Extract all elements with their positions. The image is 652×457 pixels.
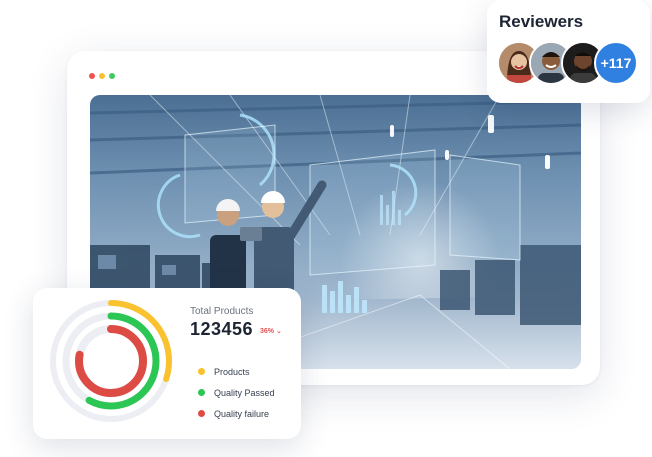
legend-label: Quality failure	[214, 408, 270, 419]
legend-item: Quality failure	[198, 403, 275, 424]
chart-legend: Products Quality Passed Quality failure	[198, 361, 275, 424]
legend-label: Products	[214, 366, 250, 377]
total-products-value: 123456	[190, 319, 254, 339]
legend-label: Quality Passed	[214, 387, 275, 398]
quality-donut-chart	[50, 300, 172, 422]
minimize-window-dot[interactable]	[99, 73, 105, 79]
more-reviewers-badge[interactable]: +117	[594, 41, 638, 85]
close-window-dot[interactable]	[89, 73, 95, 79]
maximize-window-dot[interactable]	[109, 73, 115, 79]
change-indicator[interactable]: 36% ⌄	[260, 327, 282, 335]
legend-item: Quality Passed	[198, 382, 275, 403]
legend-dot-icon	[198, 410, 205, 417]
chevron-down-icon: ⌄	[275, 328, 282, 335]
reviewers-card: Reviewers +117	[487, 0, 650, 103]
product-stats-card: Total Products 123456 36% ⌄ Products Qual…	[33, 288, 301, 439]
legend-dot-icon	[198, 368, 205, 375]
legend-item: Products	[198, 361, 275, 382]
reviewers-title: Reviewers	[499, 12, 584, 31]
window-controls	[89, 73, 115, 79]
total-products-label: Total Products	[190, 306, 254, 317]
change-percent: 36%	[260, 328, 275, 335]
legend-dot-icon	[198, 389, 205, 396]
